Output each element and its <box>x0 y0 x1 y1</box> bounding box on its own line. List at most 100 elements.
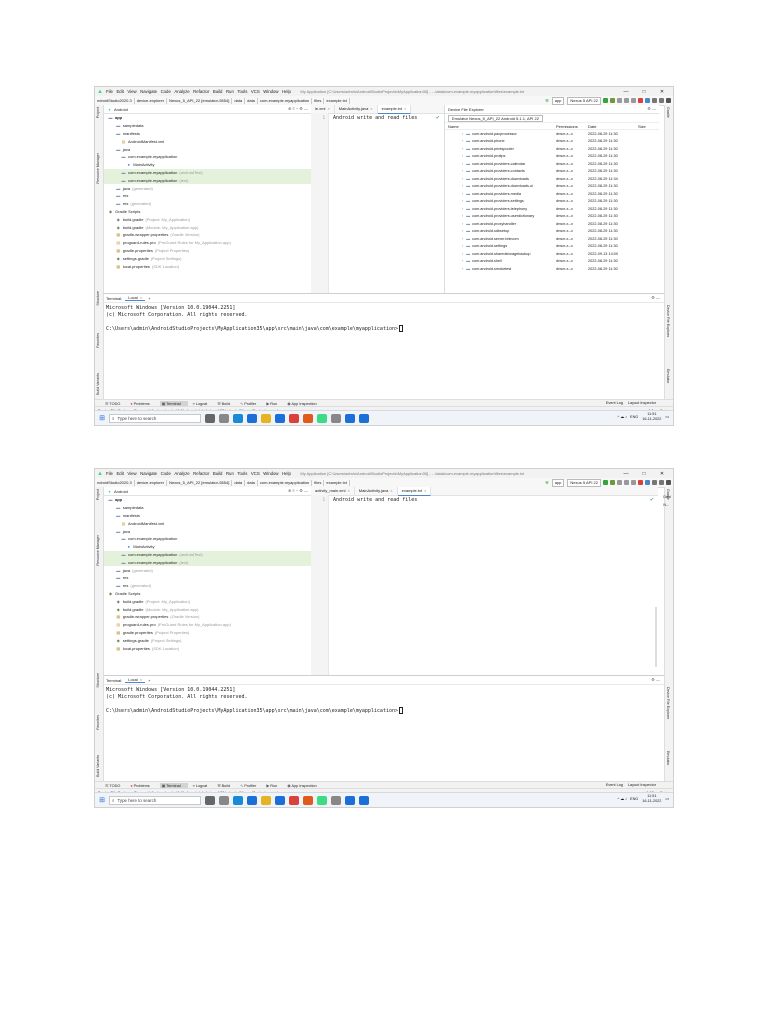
notes-icon[interactable] <box>331 413 341 423</box>
menu-item-help[interactable]: Help <box>282 89 291 94</box>
tree-item[interactable]: ▤ proguard-rules.pro (ProGuard Rules for M… <box>104 621 311 629</box>
file-row[interactable]: › ▬ com.android.providers.downloads.ui drwx… <box>445 183 659 191</box>
tree-item[interactable]: ▬ manifests <box>104 130 311 138</box>
run-icon[interactable] <box>603 480 608 485</box>
breadcrumb-item[interactable]: data <box>232 97 246 104</box>
tree-item[interactable]: ◆ build.gradle (Module: My_Application.app… <box>104 605 311 613</box>
breadcrumb-item[interactable]: data <box>245 97 258 104</box>
side-tab-emulator[interactable]: Emulator <box>666 751 670 765</box>
editor-tab[interactable]: activity_main.xml × <box>311 487 355 495</box>
stop-icon[interactable] <box>638 480 643 485</box>
tree-item[interactable]: ▬ com.example.myapplication <box>104 535 311 543</box>
apply-changes-icon[interactable] <box>617 480 622 485</box>
tree-item[interactable]: ◆ Gradle Scripts <box>104 208 311 216</box>
app-icon[interactable] <box>345 795 355 805</box>
side-tab-emulator[interactable]: Emulator <box>666 369 670 383</box>
column-header[interactable]: Size <box>638 124 658 129</box>
notifications-icon[interactable]: ▭ <box>665 414 669 419</box>
new-terminal-icon[interactable]: + <box>148 296 150 301</box>
tree-item[interactable]: ◆ settings.gradle (Project Settings) <box>104 636 311 644</box>
android-studio-taskbar-icon[interactable] <box>317 795 327 805</box>
menu-item-view[interactable]: View <box>127 89 136 94</box>
menu-item-run[interactable]: Run <box>226 471 234 476</box>
menu-item-navigate[interactable]: Navigate <box>140 89 157 94</box>
tool-window-logcat[interactable]: ≡Logcat <box>193 402 213 406</box>
side-tab-project[interactable]: Project <box>96 489 100 500</box>
side-tab-favorites[interactable]: Favorites <box>96 715 100 730</box>
stop-icon[interactable] <box>638 98 643 103</box>
tool-window-layout-inspector[interactable]: Layout Inspector <box>628 783 656 787</box>
tree-item[interactable]: ▬ sampledata <box>104 122 311 130</box>
tree-item[interactable]: ▬ app <box>104 496 311 504</box>
menu-item-run[interactable]: Run <box>226 89 234 94</box>
breadcrumb-item[interactable]: com.example.myapplication <box>258 479 313 486</box>
file-row[interactable]: › ▬ com.android.server.telecom drwxr-x--x 20… <box>445 235 659 243</box>
menu-item-analyze[interactable]: Analyze <box>174 471 189 476</box>
task-view-icon[interactable] <box>205 795 215 805</box>
tree-item[interactable]: ● MainActivity <box>104 543 311 551</box>
mail-icon[interactable] <box>247 795 257 805</box>
menu-item-vcs[interactable]: VCS <box>251 89 260 94</box>
avd-manager-icon[interactable] <box>652 98 657 103</box>
file-row[interactable]: › ▬ com.android.proxyhandler drwxr-x--x 2022… <box>445 220 659 228</box>
debug-icon[interactable] <box>610 480 615 485</box>
code-line[interactable]: Android write and read files <box>333 115 417 121</box>
menu-item-tools[interactable]: Tools <box>237 89 247 94</box>
terminal-output[interactable]: Microsoft Windows [Version 10.0.19044.22… <box>104 303 664 332</box>
tree-item[interactable]: ▬ manifests <box>104 512 311 520</box>
close-tab-icon[interactable]: × <box>347 488 349 493</box>
profile-icon[interactable] <box>624 480 629 485</box>
menu-item-code[interactable]: Code <box>161 89 171 94</box>
task-view-icon[interactable] <box>205 413 215 423</box>
chrome-icon[interactable] <box>289 795 299 805</box>
side-tab-favorites[interactable]: Favorites <box>96 333 100 348</box>
side-tab-project[interactable]: Project <box>96 107 100 118</box>
app-icon[interactable] <box>359 413 369 423</box>
menu-item-edit[interactable]: Edit <box>116 471 123 476</box>
tree-item[interactable]: ◆ build.gradle (Module: My_Application.app… <box>104 223 311 231</box>
file-explorer-icon[interactable] <box>261 413 271 423</box>
file-row[interactable]: › ▬ com.android.protips drwxr-x--x 2022-08-2… <box>445 153 659 161</box>
close-tab-icon[interactable]: × <box>424 488 426 493</box>
hammer-icon[interactable]: ⚒ <box>545 480 549 486</box>
language-indicator[interactable]: ENG <box>630 415 638 419</box>
tool-window-layout-inspector[interactable]: Layout Inspector <box>628 401 656 405</box>
file-row[interactable]: › ▬ com.android.shell drwxr-x--x 2022-08-29 … <box>445 258 659 266</box>
tree-item[interactable]: ◆ Gradle Scripts <box>104 590 311 598</box>
chrome-icon[interactable] <box>289 413 299 423</box>
breadcrumb-item[interactable]: ndroidStudio2020.3 <box>95 97 135 104</box>
profile-icon[interactable] <box>624 98 629 103</box>
store-icon[interactable] <box>275 413 285 423</box>
notes-icon[interactable] <box>331 795 341 805</box>
close-tab-icon[interactable]: × <box>327 106 329 111</box>
run-config-select[interactable]: app <box>551 478 565 487</box>
device-select[interactable]: Nexus 5 API 22 <box>567 478 601 487</box>
sync-icon[interactable] <box>645 98 650 103</box>
file-row[interactable]: › ▬ com.android.pacprocessor drwxr-x--x 2022… <box>445 130 659 138</box>
editor-tab[interactable]: le.xml × <box>311 105 335 113</box>
tree-item[interactable]: ▤ AndroidManifest.xml <box>104 519 311 527</box>
minimize-icon[interactable]: — <box>617 471 635 477</box>
close-tab-icon[interactable]: × <box>390 488 392 493</box>
tree-item[interactable]: ▬ com.example.myapplication (test) <box>104 176 311 185</box>
editor-tab[interactable]: example.txt × <box>377 104 412 114</box>
file-row[interactable]: › ▬ com.android.sharedstoragebackup drwxr-x… <box>445 250 659 258</box>
menu-item-navigate[interactable]: Navigate <box>140 471 157 476</box>
file-row[interactable]: › ▬ com.android.providers.downloads drwxr-x… <box>445 175 659 183</box>
device-select[interactable]: Emulator Nexus_5_API_22 Android 5.1.1, A… <box>448 114 543 122</box>
windows-start-icon[interactable]: ⊞ <box>95 796 109 804</box>
tool-window-logcat[interactable]: ≡Logcat <box>193 784 213 788</box>
tree-item[interactable]: ▬ res <box>104 574 311 582</box>
new-terminal-icon[interactable]: + <box>148 678 150 683</box>
breadcrumb-item[interactable]: com.example.myapplication <box>258 97 313 104</box>
side-tab-gradle[interactable]: Gradle <box>666 107 670 118</box>
close-tab-icon[interactable]: × <box>404 106 406 111</box>
column-header[interactable]: Permissions <box>556 124 588 129</box>
file-row[interactable]: › ▬ com.android.settings drwxr-x--x 2022-08-… <box>445 243 659 251</box>
menu-item-window[interactable]: Window <box>263 471 278 476</box>
tree-item[interactable]: ▤ proguard-rules.pro (ProGuard Rules for M… <box>104 239 311 247</box>
search-icon[interactable] <box>666 98 671 103</box>
tree-item[interactable]: ▬ res <box>104 192 311 200</box>
editor-tab[interactable]: MainActivity.java × <box>355 487 398 495</box>
breadcrumb-item[interactable]: Nexus_5_API_22 [emulator-5554] <box>167 97 233 104</box>
